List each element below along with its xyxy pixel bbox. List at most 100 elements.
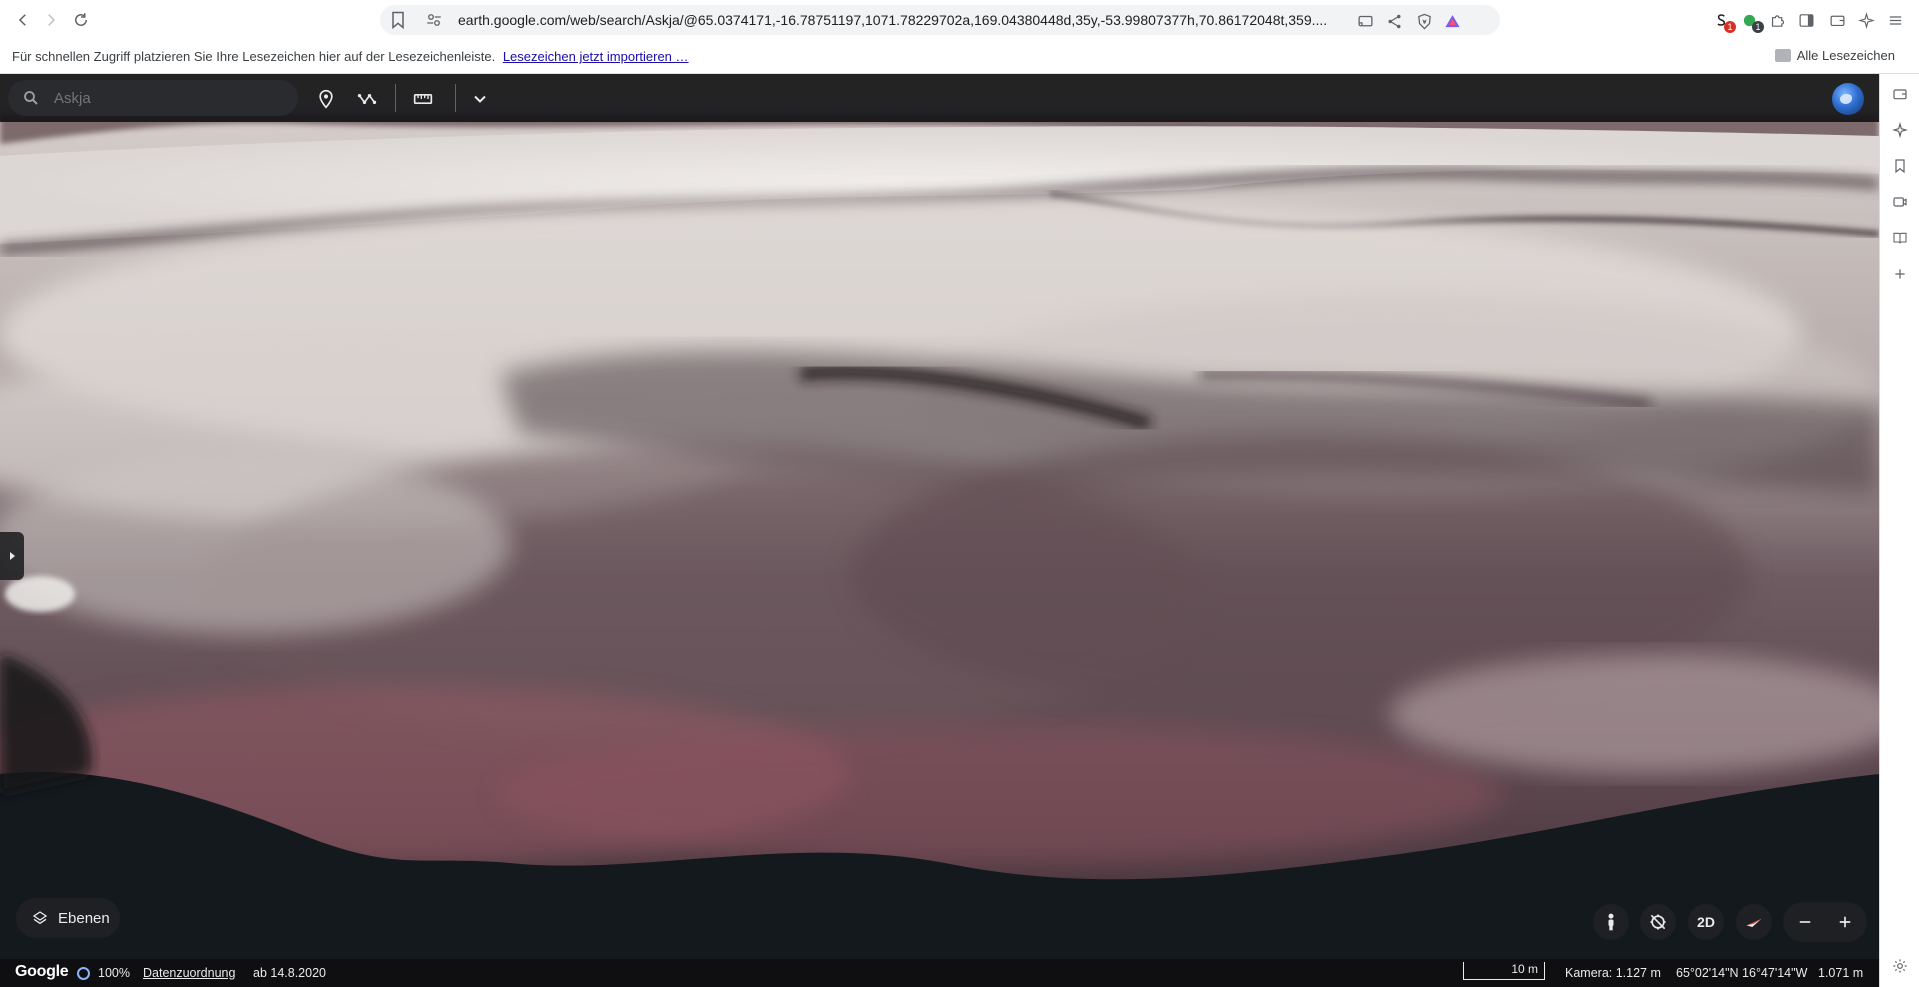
- compass-needle-icon: [1746, 918, 1762, 927]
- expand-panel-button[interactable]: [0, 532, 24, 580]
- rewards-triangle-icon: [1444, 14, 1460, 27]
- brave-shields-button[interactable]: [1414, 11, 1434, 31]
- gear-icon: [1893, 959, 1907, 973]
- leo-ai-button[interactable]: [1855, 10, 1877, 30]
- zoom-out-button[interactable]: [1789, 906, 1821, 938]
- extension-two-badge: 1: [1752, 21, 1764, 33]
- puzzle-icon: [1771, 14, 1784, 27]
- map-pin-icon: [319, 89, 333, 109]
- extensions-menu-button[interactable]: [1766, 10, 1788, 30]
- toolbar-divider: [455, 84, 456, 112]
- video-icon: [1893, 197, 1907, 207]
- toolbar-divider: [395, 84, 396, 112]
- plus-icon: [1839, 916, 1851, 928]
- wallet-icon: [1893, 89, 1907, 100]
- browser-menu-button[interactable]: [1884, 10, 1906, 30]
- google-logo: Google: [15, 963, 69, 980]
- side-wallet-button[interactable]: [1890, 84, 1910, 104]
- data-attribution-link[interactable]: Datenzuordnung: [143, 966, 235, 980]
- chevron-down-icon: [474, 95, 486, 103]
- zoom-controls: [1783, 902, 1867, 942]
- side-add-button[interactable]: [1890, 264, 1910, 284]
- side-reading-list-button[interactable]: [1890, 228, 1910, 248]
- layers-button[interactable]: Ebenen: [16, 898, 120, 938]
- wallet-icon: [1830, 15, 1844, 26]
- menu-lines-icon: [1889, 15, 1901, 25]
- scale-bar: 10 m: [1463, 962, 1545, 980]
- side-bookmarks-button[interactable]: [1890, 156, 1910, 176]
- sparkle-icon: [1857, 11, 1875, 29]
- url-text[interactable]: earth.google.com/web/search/Askja/@65.03…: [458, 12, 1338, 28]
- side-leo-button[interactable]: [1890, 120, 1910, 140]
- bookmark-icon[interactable]: [388, 10, 408, 30]
- imagery-date: ab 14.8.2020: [253, 966, 326, 980]
- more-tools-button[interactable]: [467, 86, 493, 112]
- all-bookmarks-label: Alle Lesezeichen: [1796, 48, 1895, 63]
- sidebar-toggle-button[interactable]: [1795, 10, 1817, 30]
- loading-ring-icon: [77, 967, 90, 980]
- search-icon: [24, 91, 38, 105]
- coordinates: 65°02'14"N 16°47'14"W: [1676, 966, 1808, 980]
- brave-rewards-button[interactable]: [1442, 11, 1462, 31]
- view-mode-2d-button[interactable]: 2D: [1688, 904, 1724, 940]
- measure-button[interactable]: [410, 86, 436, 112]
- add-placemark-button[interactable]: [313, 86, 339, 112]
- side-playlist-button[interactable]: [1890, 192, 1910, 212]
- layers-icon: [32, 911, 48, 925]
- tilt-off-icon: [1650, 914, 1666, 930]
- toggle-3d-tilt-button[interactable]: [1640, 904, 1676, 940]
- cast-button[interactable]: [1355, 11, 1375, 31]
- layers-label: Ebenen: [58, 909, 110, 927]
- account-globe-icon[interactable]: [1832, 83, 1864, 115]
- extension-two-button[interactable]: 1: [1738, 10, 1764, 33]
- wallet-button[interactable]: [1826, 10, 1848, 30]
- import-bookmarks-link[interactable]: Lesezeichen jetzt importieren …: [503, 49, 689, 64]
- browser-toolbar: earth.google.com/web/search/Askja/@65.03…: [0, 0, 1919, 40]
- arrow-right-icon: [48, 14, 56, 26]
- reload-icon: [75, 13, 87, 26]
- ruler-icon: [413, 94, 433, 104]
- arrow-left-icon: [18, 14, 26, 26]
- terrain-3d-view[interactable]: [0, 74, 1879, 987]
- extension-one-button[interactable]: 1: [1710, 10, 1736, 33]
- forward-button[interactable]: [38, 8, 64, 32]
- cast-icon: [1357, 15, 1373, 26]
- pegman-icon: [1608, 913, 1614, 931]
- sidebar-icon: [1799, 13, 1813, 27]
- draw-path-button[interactable]: [354, 86, 380, 112]
- folder-icon: [1774, 49, 1791, 62]
- earth-search-box[interactable]: [8, 80, 298, 116]
- bookmarks-hint-text: Für schnellen Zugriff platzieren Sie Ihr…: [12, 49, 496, 64]
- camera-altitude: Kamera: 1.127 m: [1565, 966, 1661, 980]
- all-bookmarks-button[interactable]: Alle Lesezeichen: [1774, 48, 1895, 63]
- reload-button[interactable]: [68, 8, 94, 32]
- site-settings-icon[interactable]: [425, 11, 443, 29]
- load-percent: 100%: [98, 966, 130, 980]
- minus-icon: [1799, 921, 1811, 923]
- zoom-in-button[interactable]: [1829, 906, 1861, 938]
- search-input[interactable]: [54, 88, 284, 108]
- extension-one-badge: 1: [1724, 21, 1736, 33]
- compass-button[interactable]: [1736, 904, 1772, 940]
- bookmarks-bar: Für schnellen Zugriff platzieren Sie Ihr…: [0, 40, 1919, 74]
- browser-side-panel: [1879, 74, 1919, 987]
- bookmarks-hint: Für schnellen Zugriff platzieren Sie Ihr…: [12, 49, 689, 64]
- book-open-icon: [1893, 232, 1907, 244]
- earth-viewport[interactable]: Ebenen 2D Google 100% Datenzuordnung ab …: [0, 74, 1879, 987]
- share-button[interactable]: [1384, 11, 1404, 31]
- bookmark-icon: [1895, 159, 1905, 174]
- plus-icon: [1895, 269, 1905, 279]
- sparkle-icon: [1892, 122, 1908, 138]
- back-button[interactable]: [10, 8, 36, 32]
- earth-toolbar: [0, 74, 1879, 122]
- caret-right-icon: [10, 552, 15, 560]
- street-view-button[interactable]: [1593, 904, 1629, 940]
- path-polygon-icon: [357, 94, 377, 104]
- earth-status-bar: Google 100% Datenzuordnung ab 14.8.2020 …: [0, 959, 1879, 987]
- side-settings-button[interactable]: [1890, 956, 1910, 976]
- elevation: 1.071 m: [1818, 966, 1864, 980]
- address-bar[interactable]: earth.google.com/web/search/Askja/@65.03…: [380, 5, 1500, 35]
- share-icon: [1387, 14, 1401, 28]
- scale-label: 10 m: [1511, 962, 1538, 976]
- lion-shield-icon: [1417, 13, 1431, 29]
